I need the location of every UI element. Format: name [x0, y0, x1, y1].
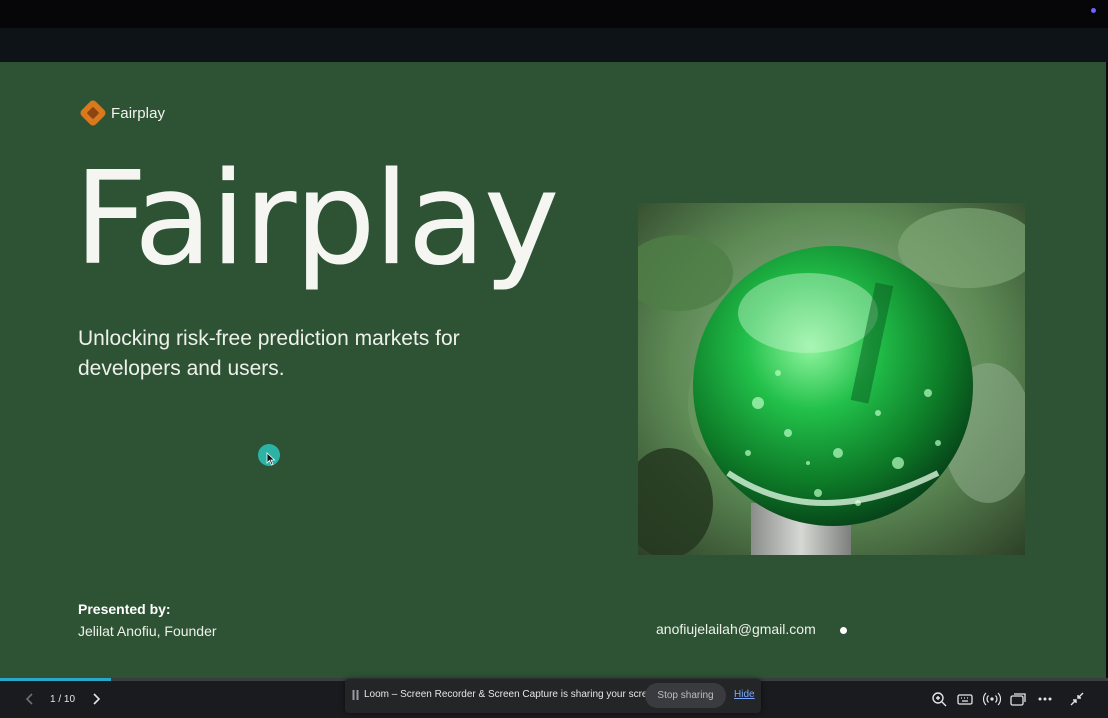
- recording-indicator-icon: [1091, 8, 1096, 13]
- slide-subtitle: Unlocking risk-free prediction markets f…: [78, 327, 460, 380]
- drag-handle-icon[interactable]: [352, 690, 359, 700]
- zoom-in-icon[interactable]: [930, 690, 948, 708]
- logo: Fairplay: [78, 98, 165, 128]
- contact-email: anofiujelailah@gmail.com: [656, 621, 816, 637]
- chevron-right-icon[interactable]: [88, 691, 104, 707]
- presentation-slide: Fairplay Fairplay Unlocking risk-free pr…: [0, 62, 1106, 678]
- glass-sphere-photo: [638, 203, 1025, 555]
- logo-text: Fairplay: [111, 104, 166, 122]
- toolbar-band: [0, 28, 1108, 62]
- exit-fullscreen-icon[interactable]: [1068, 690, 1086, 708]
- presented-by-label: Presented by:: [78, 601, 171, 617]
- hide-button[interactable]: Hide: [734, 689, 755, 700]
- chevron-left-icon[interactable]: [22, 691, 38, 707]
- fairplay-logo-icon: [80, 100, 106, 126]
- broadcast-icon[interactable]: [983, 690, 1001, 708]
- more-icon[interactable]: [1036, 690, 1054, 708]
- stop-sharing-button[interactable]: Stop sharing: [645, 683, 726, 708]
- keyboard-icon[interactable]: [956, 690, 974, 708]
- presenter-name: Jelilat Anofiu, Founder: [78, 623, 217, 639]
- screen-share-notice: Loom – Screen Recorder & Screen Capture …: [345, 679, 761, 713]
- slide-title: Fairplay: [74, 145, 559, 294]
- share-notice-text: Loom – Screen Recorder & Screen Capture …: [364, 689, 662, 700]
- captions-icon[interactable]: [1009, 690, 1027, 708]
- browser-top-bar: [0, 0, 1108, 28]
- bullet-dot: [840, 627, 847, 634]
- page-counter: 1 / 10: [50, 694, 76, 705]
- mouse-pointer-icon: [266, 452, 276, 466]
